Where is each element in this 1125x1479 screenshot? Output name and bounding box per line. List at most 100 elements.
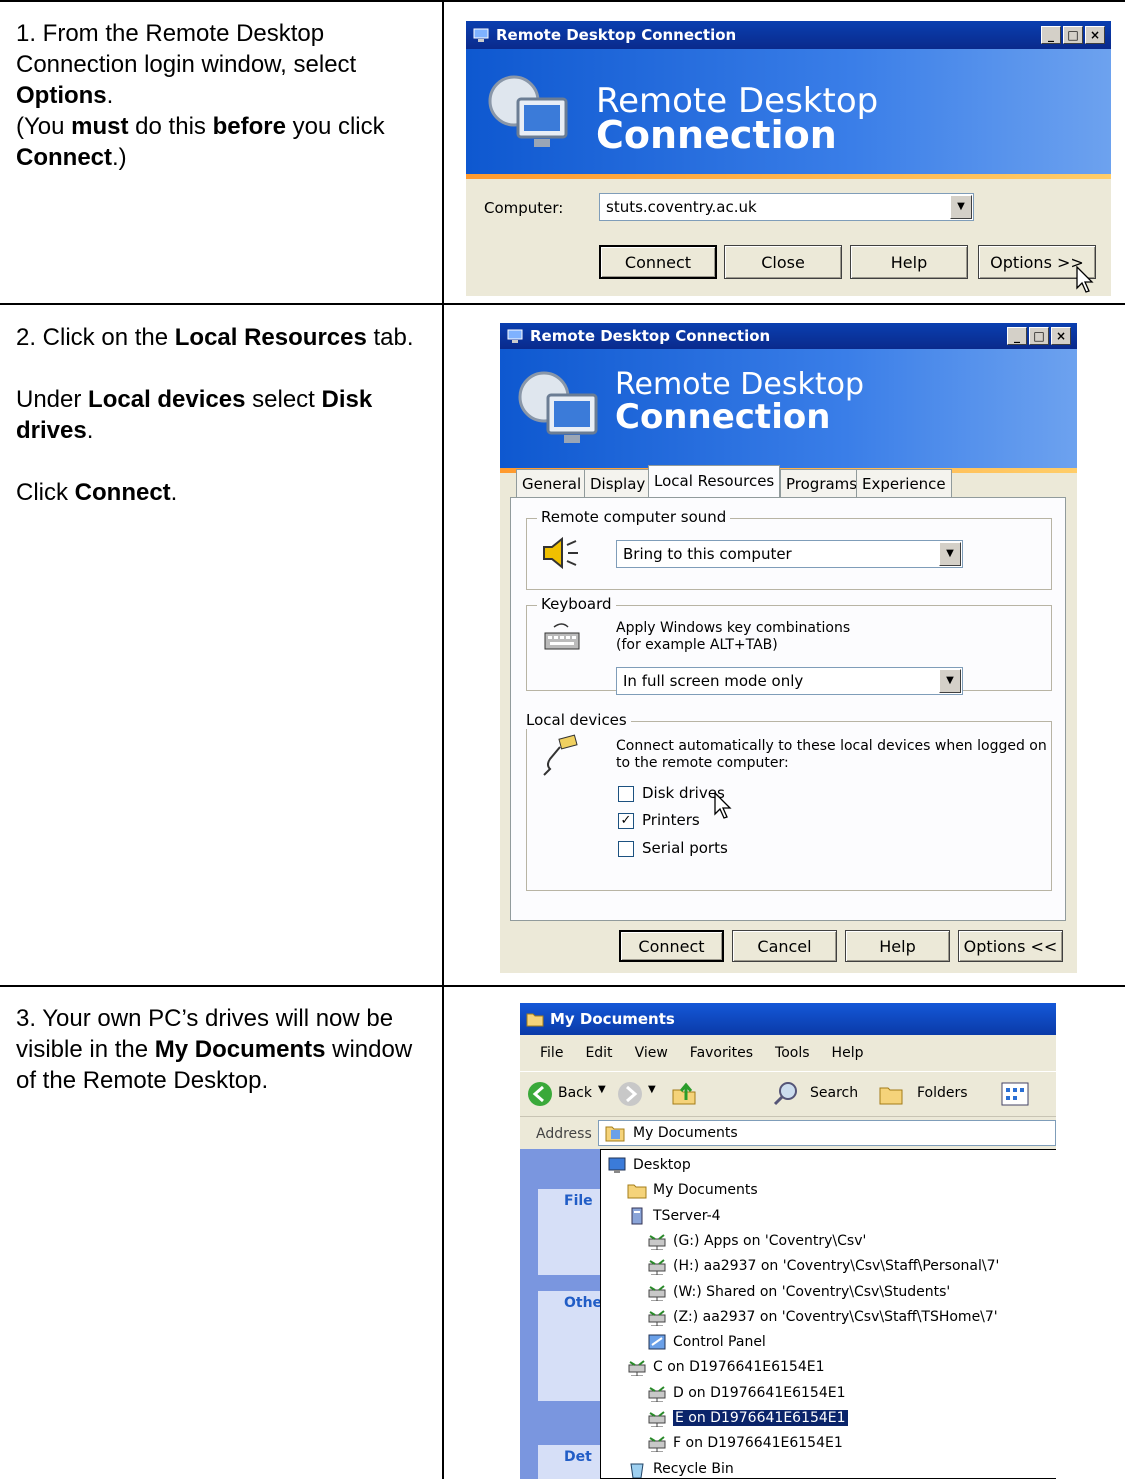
tree-item-label: (W:) Shared on 'Coventry\Csv\Students' [673, 1283, 951, 1300]
sound-select[interactable]: Bring to this computer ▼ [616, 540, 963, 568]
network-drive-icon [648, 1284, 666, 1301]
forward-arrow-icon[interactable] [616, 1080, 644, 1108]
minimize-button[interactable]: _ [1007, 327, 1027, 345]
menu-help[interactable]: Help [832, 1045, 864, 1061]
computer-label: Computer: [484, 199, 564, 217]
folders-icon[interactable] [878, 1080, 906, 1108]
my-documents-icon [627, 1184, 647, 1199]
tree-item[interactable]: TServer-4 [627, 1203, 721, 1229]
connect-button[interactable]: Connect [619, 930, 724, 962]
menu-edit[interactable]: Edit [585, 1045, 612, 1061]
task-panel-details: Det [538, 1445, 602, 1479]
options-collapse-button[interactable]: Options << [958, 930, 1063, 962]
banner-stripe [466, 174, 1111, 179]
disk-drives-label[interactable]: Disk drives [642, 784, 725, 802]
address-input[interactable]: My Documents [598, 1120, 1056, 1146]
local-devices-group-label: Local devices [526, 711, 631, 729]
tab-display[interactable]: Display [584, 469, 652, 497]
tab-programs[interactable]: Programs [780, 469, 864, 497]
rdc-login-window: Remote Desktop Connection _ □ × Remote D… [466, 21, 1111, 296]
chevron-down-icon[interactable]: ▼ [598, 1084, 606, 1095]
printers-label[interactable]: Printers [642, 811, 700, 829]
views-icon[interactable] [1000, 1080, 1030, 1108]
tab-experience[interactable]: Experience [856, 469, 952, 497]
computer-input[interactable]: stuts.coventry.ac.uk ▼ [599, 193, 974, 221]
printers-checkbox[interactable]: ✓ [618, 813, 634, 829]
tree-item[interactable]: D on D1976641E6154E1 [647, 1380, 845, 1406]
network-drive-icon [648, 1310, 666, 1326]
my-documents-icon [605, 1126, 625, 1142]
search-button[interactable]: Search [810, 1085, 858, 1101]
step-3-instructions: 3. Your own PC’s drives will now be visi… [16, 1005, 413, 1094]
task-panel-file: File [538, 1189, 602, 1275]
rdc-options-titlebar: Remote Desktop Connection _ □ × [500, 323, 1077, 349]
tab-general[interactable]: General [516, 469, 588, 497]
keyboard-select-value: In full screen mode only [623, 672, 804, 690]
tree-item[interactable]: (G:) Apps on 'Coventry\Csv' [647, 1228, 866, 1254]
banner-title-line2: Connection [615, 397, 831, 437]
minimize-button[interactable]: _ [1041, 26, 1061, 44]
tree-item[interactable]: My Documents [627, 1177, 758, 1203]
rdc-app-icon [473, 28, 489, 42]
banner-title-line2: Connection [596, 113, 837, 157]
help-button[interactable]: Help [845, 930, 950, 962]
tree-item-label: My Documents [653, 1182, 758, 1199]
chevron-down-icon[interactable]: ▼ [939, 542, 961, 566]
rdc-banner: Remote Desktop Connection [466, 49, 1111, 179]
keyboard-description-2: (for example ALT+TAB) [616, 637, 778, 653]
back-arrow-icon[interactable] [526, 1080, 554, 1108]
devices-description-2: to the remote computer: [616, 755, 789, 771]
connect-button[interactable]: Connect [599, 245, 717, 279]
table-row-divider-2 [0, 985, 1125, 987]
help-button[interactable]: Help [850, 245, 968, 279]
tree-item[interactable]: (H:) aa2937 on 'Coventry\Csv\Staff\Perso… [647, 1253, 999, 1279]
serial-ports-checkbox[interactable] [618, 841, 634, 857]
chevron-down-icon[interactable]: ▼ [950, 195, 972, 219]
menu-file[interactable]: File [540, 1045, 563, 1061]
up-folder-icon[interactable] [670, 1080, 698, 1108]
chevron-down-icon[interactable]: ▼ [648, 1084, 656, 1095]
menu-tools[interactable]: Tools [775, 1045, 810, 1061]
keyboard-select[interactable]: In full screen mode only ▼ [616, 667, 963, 695]
address-label: Address [536, 1126, 592, 1142]
folders-button[interactable]: Folders [917, 1085, 968, 1101]
cancel-button[interactable]: Cancel [732, 930, 837, 962]
tree-item[interactable]: (Z:) aa2937 on 'Coventry\Csv\Staff\TSHom… [647, 1304, 998, 1330]
explorer-title: My Documents [550, 1010, 675, 1028]
keyboard-group-label: Keyboard [537, 595, 616, 613]
rdc-banner: Remote Desktop Connection [500, 349, 1077, 473]
tree-item[interactable]: E on D1976641E6154E1 [647, 1405, 848, 1431]
close-button[interactable]: Close [724, 245, 842, 279]
computer-input-value: stuts.coventry.ac.uk [606, 198, 757, 216]
close-window-button[interactable]: × [1085, 26, 1105, 44]
task-panel-other: Othe [538, 1291, 602, 1401]
tree-item[interactable]: Desktop [607, 1152, 691, 1178]
serial-ports-label[interactable]: Serial ports [642, 839, 728, 857]
tab-local-resources[interactable]: Local Resources [648, 465, 781, 497]
network-drive-icon [648, 1234, 666, 1250]
tree-item[interactable]: C on D1976641E6154E1 [627, 1354, 824, 1380]
tree-item[interactable]: (W:) Shared on 'Coventry\Csv\Students' [647, 1279, 950, 1305]
devices-description-1: Connect automatically to these local dev… [616, 738, 1047, 754]
tree-item-label: (G:) Apps on 'Coventry\Csv' [673, 1232, 867, 1249]
maximize-button[interactable]: □ [1063, 26, 1083, 44]
address-dropdown-list[interactable]: Desktop My Documents TServer-4 (G:) Apps on… [600, 1149, 1056, 1479]
my-documents-window: My Documents File Edit View Favorites To… [520, 1003, 1056, 1479]
tree-item[interactable]: Recycle Bin [627, 1456, 734, 1479]
tree-item[interactable]: Control Panel [647, 1329, 766, 1355]
chevron-down-icon[interactable]: ▼ [939, 669, 961, 693]
network-drive-icon [648, 1411, 666, 1427]
maximize-button[interactable]: □ [1029, 327, 1049, 345]
address-bar: Address My Documents [520, 1116, 1056, 1151]
back-button[interactable]: Back [558, 1085, 592, 1101]
disk-drives-checkbox[interactable] [618, 786, 634, 802]
menu-favorites[interactable]: Favorites [690, 1045, 753, 1061]
menu-view[interactable]: View [635, 1045, 668, 1061]
tree-item-label: TServer-4 [653, 1207, 721, 1224]
menu-bar: File Edit View Favorites Tools Help [520, 1035, 1056, 1071]
close-window-button[interactable]: × [1051, 327, 1071, 345]
tree-item-label: D on D1976641E6154E1 [673, 1384, 846, 1401]
tree-item[interactable]: F on D1976641E6154E1 [647, 1430, 843, 1456]
search-icon[interactable] [772, 1080, 800, 1108]
keyboard-icon [544, 623, 580, 650]
